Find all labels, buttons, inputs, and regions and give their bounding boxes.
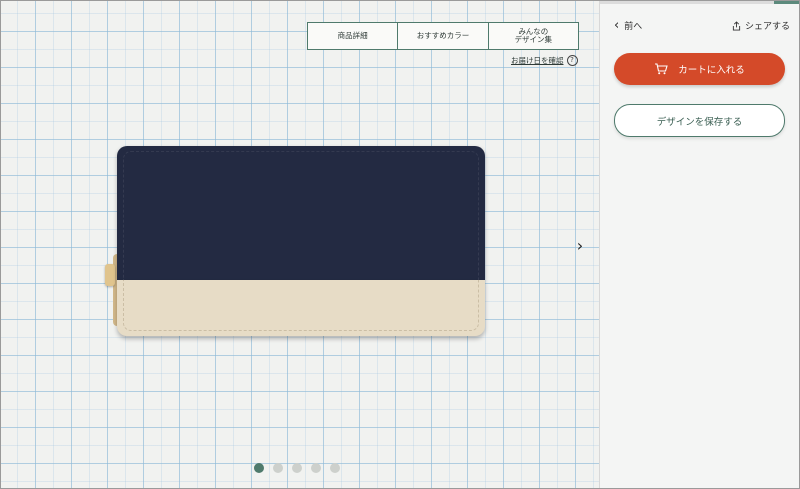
share-button[interactable]: シェアする <box>732 19 790 32</box>
cart-icon <box>655 63 668 75</box>
wallet-body-top <box>117 146 485 280</box>
add-to-cart-label: カートに入れる <box>678 65 745 76</box>
save-design-button[interactable]: デザインを保存する <box>614 104 785 137</box>
tab-everyone-designs[interactable]: みんなの デザイン集 <box>487 23 578 49</box>
share-label: シェアする <box>744 22 790 32</box>
carousel-dot-5[interactable] <box>330 463 340 473</box>
design-canvas: 商品詳細 おすすめカラー みんなの デザイン集 お届け日を確認 ? › <box>1 1 599 488</box>
carousel-dots <box>254 463 340 473</box>
back-button[interactable]: ‹ 前へ <box>614 17 643 33</box>
delivery-date-label: お届け日を確認 <box>511 56 564 65</box>
action-panel: ‹ 前へ シェアする カートに入れる デザインを保存する <box>599 1 799 488</box>
app-frame: 商品詳細 おすすめカラー みんなの デザイン集 お届け日を確認 ? › ‹ 前へ… <box>0 0 800 489</box>
chevron-right-icon[interactable]: › <box>573 237 587 255</box>
tab-recommended-colors[interactable]: おすすめカラー <box>397 23 487 49</box>
wallet-body-bottom <box>117 280 485 336</box>
tab-label: おすすめカラー <box>416 31 470 40</box>
carousel-dot-2[interactable] <box>273 463 283 473</box>
panel-top-bar <box>600 1 799 4</box>
chevron-left-icon: ‹ <box>614 17 620 33</box>
share-icon <box>732 20 741 30</box>
delivery-date-link[interactable]: お届け日を確認 ? <box>511 55 578 66</box>
carousel-dot-4[interactable] <box>311 463 321 473</box>
info-tabs: 商品詳細 おすすめカラー みんなの デザイン集 <box>307 22 579 50</box>
tab-product-details[interactable]: 商品詳細 <box>308 23 397 49</box>
carousel-dot-3[interactable] <box>292 463 302 473</box>
save-design-label: デザインを保存する <box>656 116 743 128</box>
carousel-dot-1[interactable] <box>254 463 264 473</box>
tab-label: 商品詳細 <box>337 31 368 40</box>
wallet-zip-pull <box>105 264 115 286</box>
add-to-cart-button[interactable]: カートに入れる <box>614 53 785 85</box>
tab-label-line2: デザイン集 <box>514 35 553 44</box>
help-icon: ? <box>566 55 578 66</box>
panel-top-accent <box>774 1 799 4</box>
product-preview-wallet <box>105 146 485 338</box>
back-label: 前へ <box>624 22 643 32</box>
